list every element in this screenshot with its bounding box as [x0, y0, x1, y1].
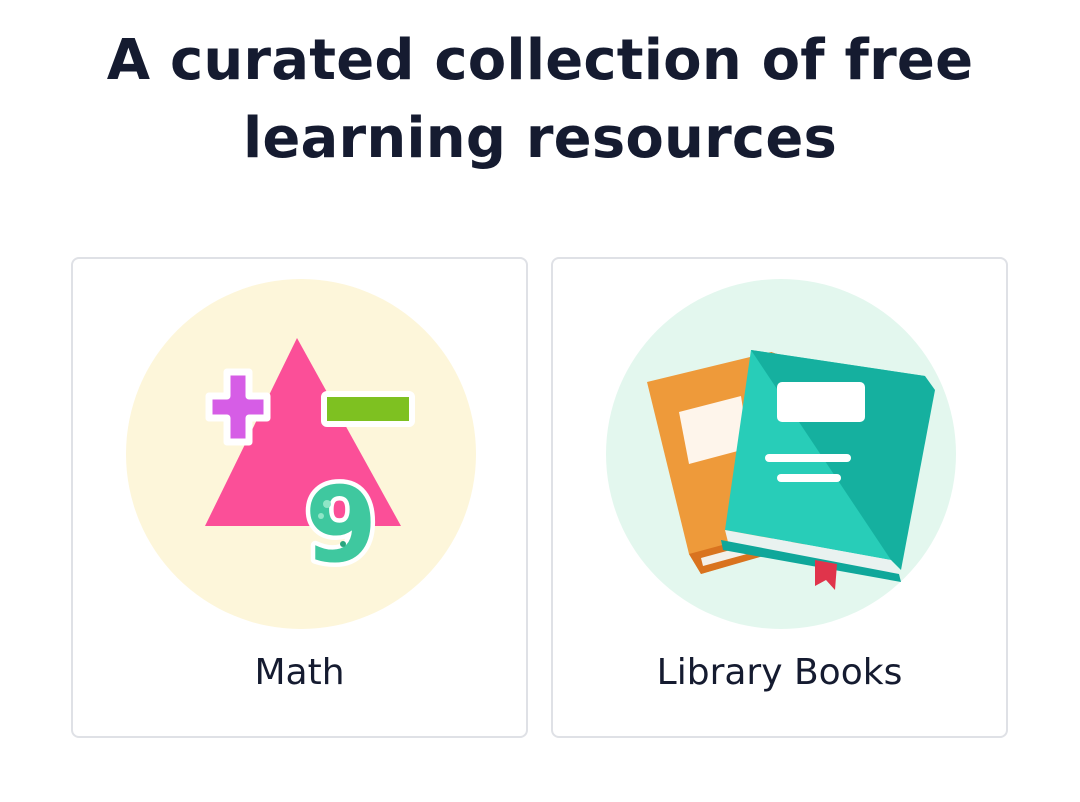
math-card[interactable]: 9 Math [71, 257, 528, 738]
math-symbols-icon: 9 [126, 279, 476, 629]
math-card-label: Math [254, 652, 345, 693]
books-icon [606, 279, 956, 629]
library-books-card[interactable]: Library Books [551, 257, 1008, 738]
svg-text:9: 9 [305, 464, 377, 586]
minus-sign-icon [321, 391, 415, 427]
library-books-card-label: Library Books [656, 652, 903, 693]
page-title-line-1: A curated collection of free [106, 28, 974, 93]
page-title-line-2: learning resources [242, 106, 838, 171]
page-title: A curated collection of free learning re… [0, 22, 1080, 178]
digit-nine-icon: 9 [300, 460, 381, 591]
teal-book-icon [721, 350, 935, 582]
math-illustration: 9 [125, 278, 477, 630]
library-books-illustration [605, 278, 957, 630]
